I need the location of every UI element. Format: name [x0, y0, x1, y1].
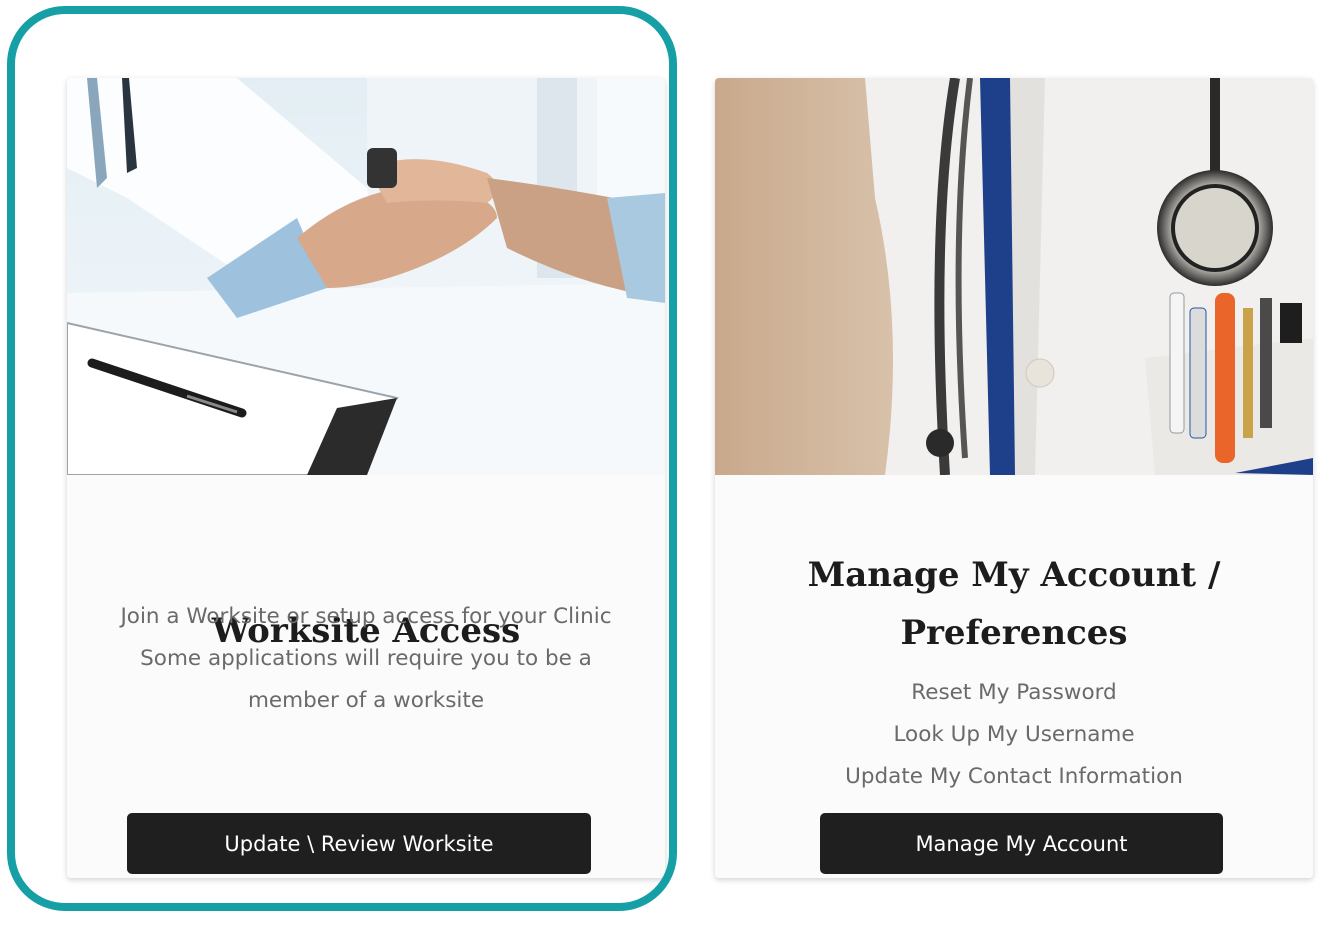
- manage-account-button[interactable]: Manage My Account: [820, 813, 1223, 874]
- description-line: Join a Worksite or setup access for your…: [120, 604, 612, 629]
- title-line: Manage My Account /: [807, 555, 1221, 595]
- description-line: member of a worksite: [247, 688, 485, 713]
- update-review-worksite-button[interactable]: Update \ Review Worksite: [127, 813, 591, 874]
- worksite-access-card: Worksite Access Join a Worksite or setup…: [67, 78, 665, 878]
- worksite-access-image: [67, 78, 665, 475]
- reset-password-link[interactable]: Reset My Password: [725, 672, 1303, 714]
- manage-account-image: [715, 78, 1313, 475]
- description-line: Some applications will require you to be…: [140, 646, 592, 671]
- title-line: Preferences: [900, 613, 1128, 653]
- lookup-username-link[interactable]: Look Up My Username: [725, 714, 1303, 756]
- manage-account-card: Manage My Account / Preferences Reset My…: [715, 78, 1313, 878]
- update-contact-link[interactable]: Update My Contact Information: [725, 756, 1303, 798]
- manage-account-title: Manage My Account / Preferences: [735, 546, 1293, 662]
